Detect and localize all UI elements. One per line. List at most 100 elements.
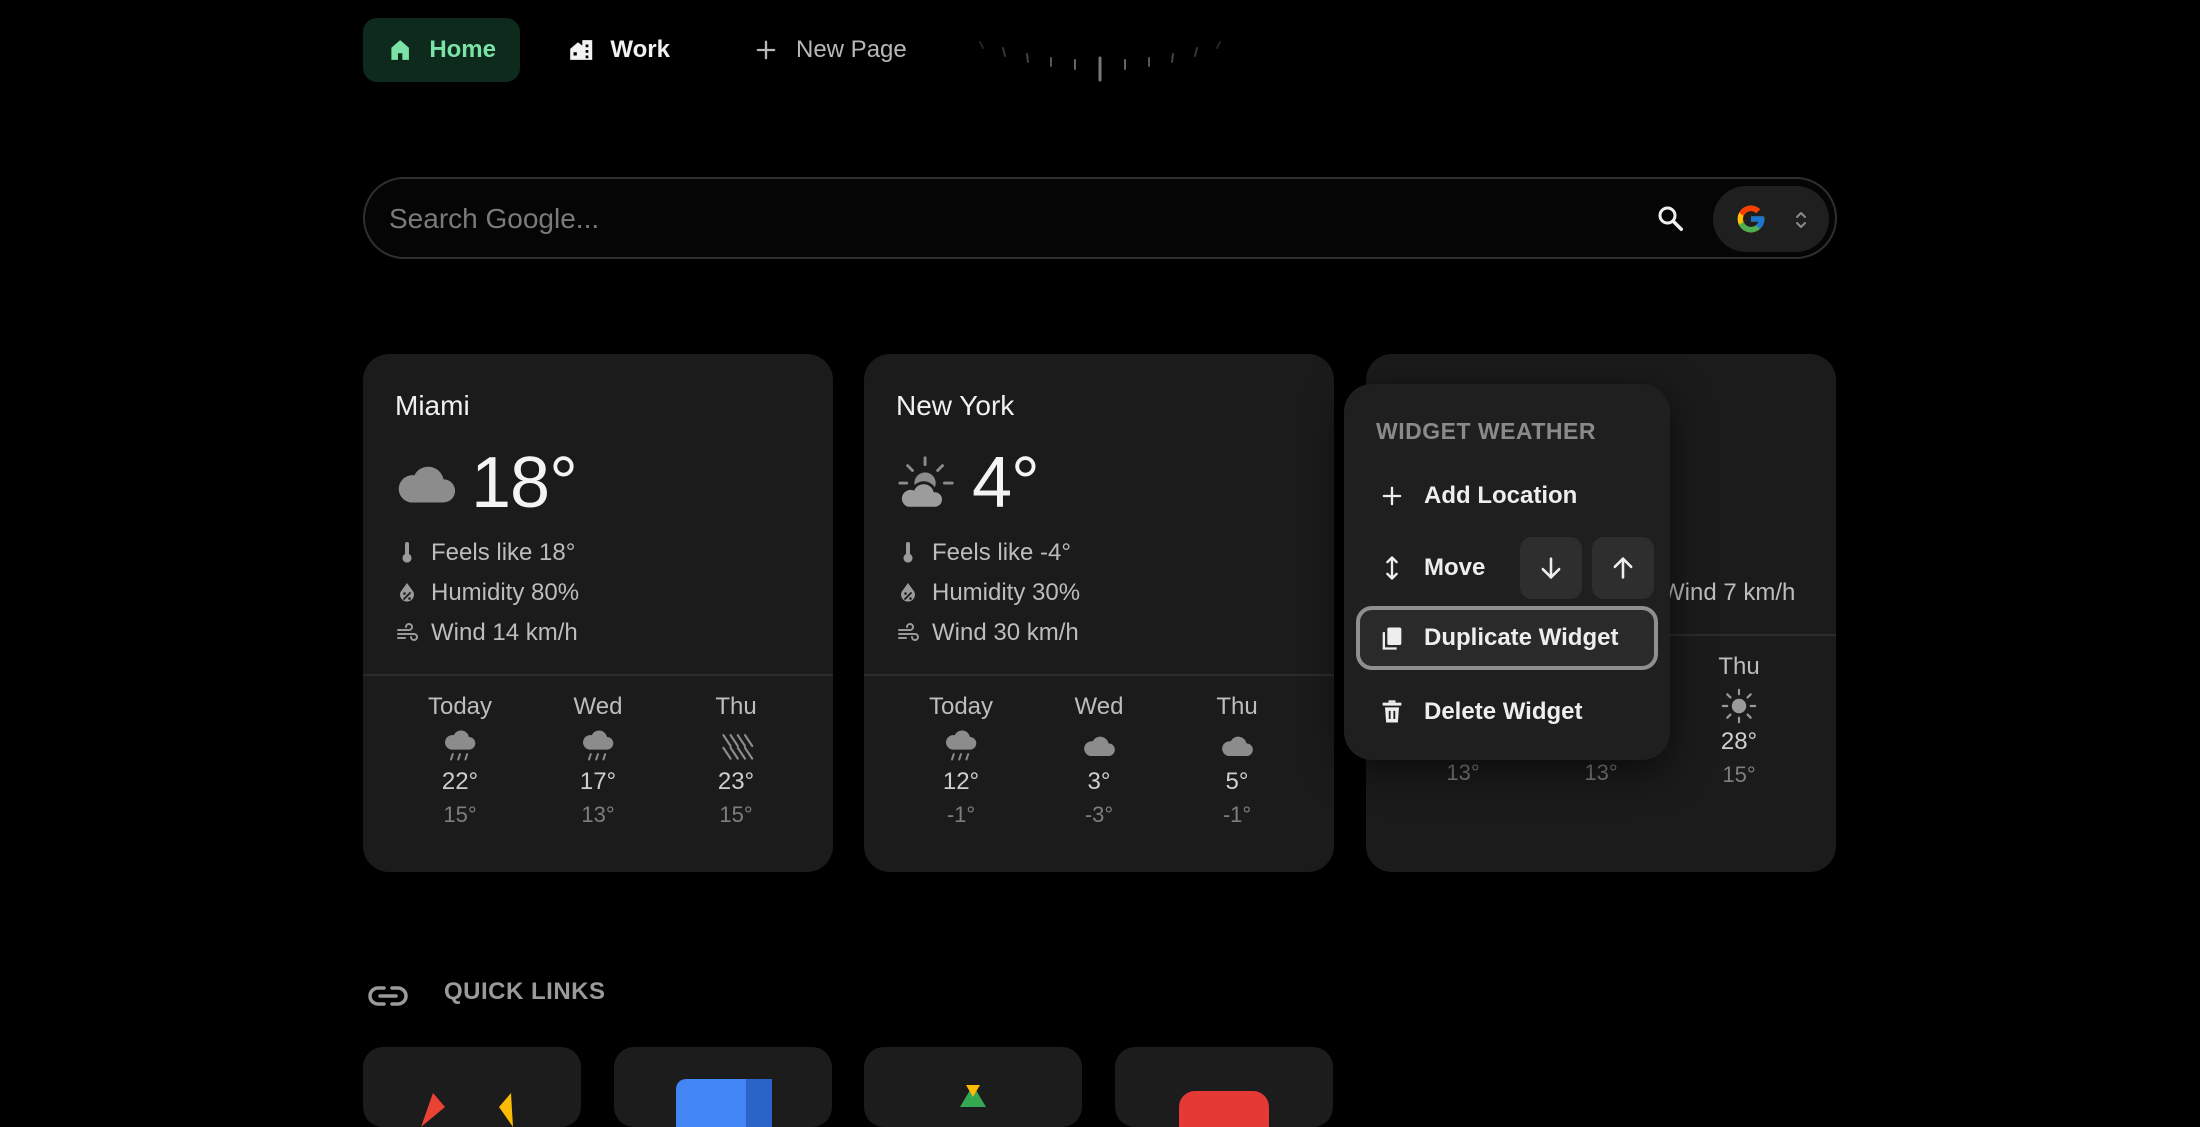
move-up-button[interactable] [1592,537,1654,599]
move-down-button[interactable] [1520,537,1582,599]
current-temperature: 4° [972,443,1040,523]
search-bar [363,177,1837,259]
feels-like-row: Feels like 18° [395,536,575,570]
new-page-label: New Page [796,36,907,63]
add-location-label: Add Location [1424,482,1578,509]
new-page-button[interactable]: New Page [728,18,938,82]
wind-icon [896,621,920,645]
delete-widget-button[interactable]: Delete Widget [1356,680,1658,744]
drive-icon [960,1085,986,1107]
forecast-high: 12° [942,768,980,795]
thermometer-icon [896,541,920,565]
forecast-day: Thu 23° 15° [676,690,796,828]
sun-icon [1721,688,1757,724]
google-logo-icon [1737,205,1765,233]
forecast-day: Thu 28° 15° [1679,650,1799,788]
chevron-up-down-icon [1796,212,1806,228]
weather-card[interactable]: Miami 18° Feels like 18° Humidity 80% Wi… [363,354,833,872]
clock-ticks-decoration [979,41,1221,82]
link-icon [368,986,408,1006]
nav-tab-label: Home [429,36,496,63]
forecast-day: Wed 3° -3° [1039,690,1159,828]
duplicate-widget-label: Duplicate Widget [1424,624,1619,651]
move-vertical-icon [1386,556,1398,580]
copy-icon [1382,627,1402,650]
forecast-low: 15° [443,802,477,827]
trash-icon [1382,700,1402,723]
heavy-rain-icon [718,728,754,764]
cloud-icon [398,466,456,503]
humidity: Humidity 30% [932,579,1081,606]
forecast-high: 23° [717,768,755,795]
gmail-icon [421,1093,513,1127]
search-engine-selector[interactable] [1713,186,1829,252]
wind-row: Wind 7 km/h [1662,576,1795,610]
nav-tab-label: Work [610,36,670,63]
wind-row: Wind 14 km/h [395,616,578,650]
delete-widget-label: Delete Widget [1424,698,1583,725]
cloud-icon [1084,736,1115,757]
search-icon[interactable] [1655,203,1685,233]
forecast-high: 3° [1087,768,1111,795]
cloud-icon [1222,736,1253,757]
home-icon [391,40,409,60]
move-label: Move [1424,554,1486,581]
feels-like: Feels like -4° [932,539,1071,566]
humidity-icon [896,581,920,605]
duplicate-widget-button[interactable]: Duplicate Widget [1356,606,1658,670]
youtube-icon [1179,1091,1269,1127]
widget-context-menu: WIDGET WEATHER Add Location Move Duplica… [1344,384,1670,760]
move-label-row: Move [1356,536,1506,600]
forecast-low: 13° [1584,760,1618,785]
forecast-day: Today 22° 15° [400,690,520,828]
rain-icon [580,728,616,764]
wind-icon [395,621,419,645]
current-temperature: 18° [471,443,578,523]
forecast-day-name: Today [427,693,493,720]
forecast-day-name: Thu [1216,693,1258,720]
wind: Wind 30 km/h [932,619,1079,646]
nav-tab-work[interactable]: Work [544,18,694,82]
humidity: Humidity 80% [431,579,580,606]
forecast-low: 13° [1446,760,1480,785]
forecast-low: 15° [719,802,753,827]
menu-title: WIDGET WEATHER [1376,418,1596,444]
forecast-high: 28° [1720,728,1758,755]
forecast-low: -1° [1222,802,1252,827]
rain-icon [943,728,979,764]
arrow-down-icon [1541,557,1561,579]
humidity-icon [395,581,419,605]
quick-link-youtube[interactable] [1115,1047,1333,1127]
forecast-day: Today 12° -1° [901,690,1021,828]
forecast-low: -3° [1084,802,1114,827]
search-input[interactable] [387,197,1691,241]
quick-link-docs[interactable] [614,1047,832,1127]
wind-row: Wind 30 km/h [896,616,1079,650]
weather-card[interactable]: New York 4° Feels like -4° Humidity 30% … [864,354,1334,872]
forecast-low: -1° [946,802,976,827]
forecast-day: Thu 5° -1° [1177,690,1297,828]
forecast-high: 22° [441,768,479,795]
city-name: Miami [395,390,470,421]
add-location-button[interactable]: Add Location [1356,464,1658,528]
forecast-high: 5° [1225,768,1249,795]
humidity-row: Humidity 30% [896,576,1080,610]
feels-like: Feels like 18° [431,539,576,566]
plus-icon [756,40,776,60]
partly-sunny-icon [896,454,958,516]
feels-like-row: Feels like -4° [896,536,1071,570]
plus-icon [1382,486,1402,506]
arrow-up-icon [1613,557,1633,579]
building-icon [570,40,593,60]
docs-icon [676,1079,772,1127]
wind: Wind 14 km/h [431,619,578,646]
nav-tab-home[interactable]: Home [363,18,520,82]
forecast-high: 17° [579,768,617,795]
quick-link-drive[interactable] [864,1047,1082,1127]
quick-link-gmail[interactable] [363,1047,581,1127]
forecast-day-name: Today [928,693,994,720]
thermometer-icon [395,541,419,565]
forecast-low: 15° [1722,762,1756,787]
wind: Wind 7 km/h [1662,579,1796,606]
forecast-day-name: Wed [1074,693,1124,720]
